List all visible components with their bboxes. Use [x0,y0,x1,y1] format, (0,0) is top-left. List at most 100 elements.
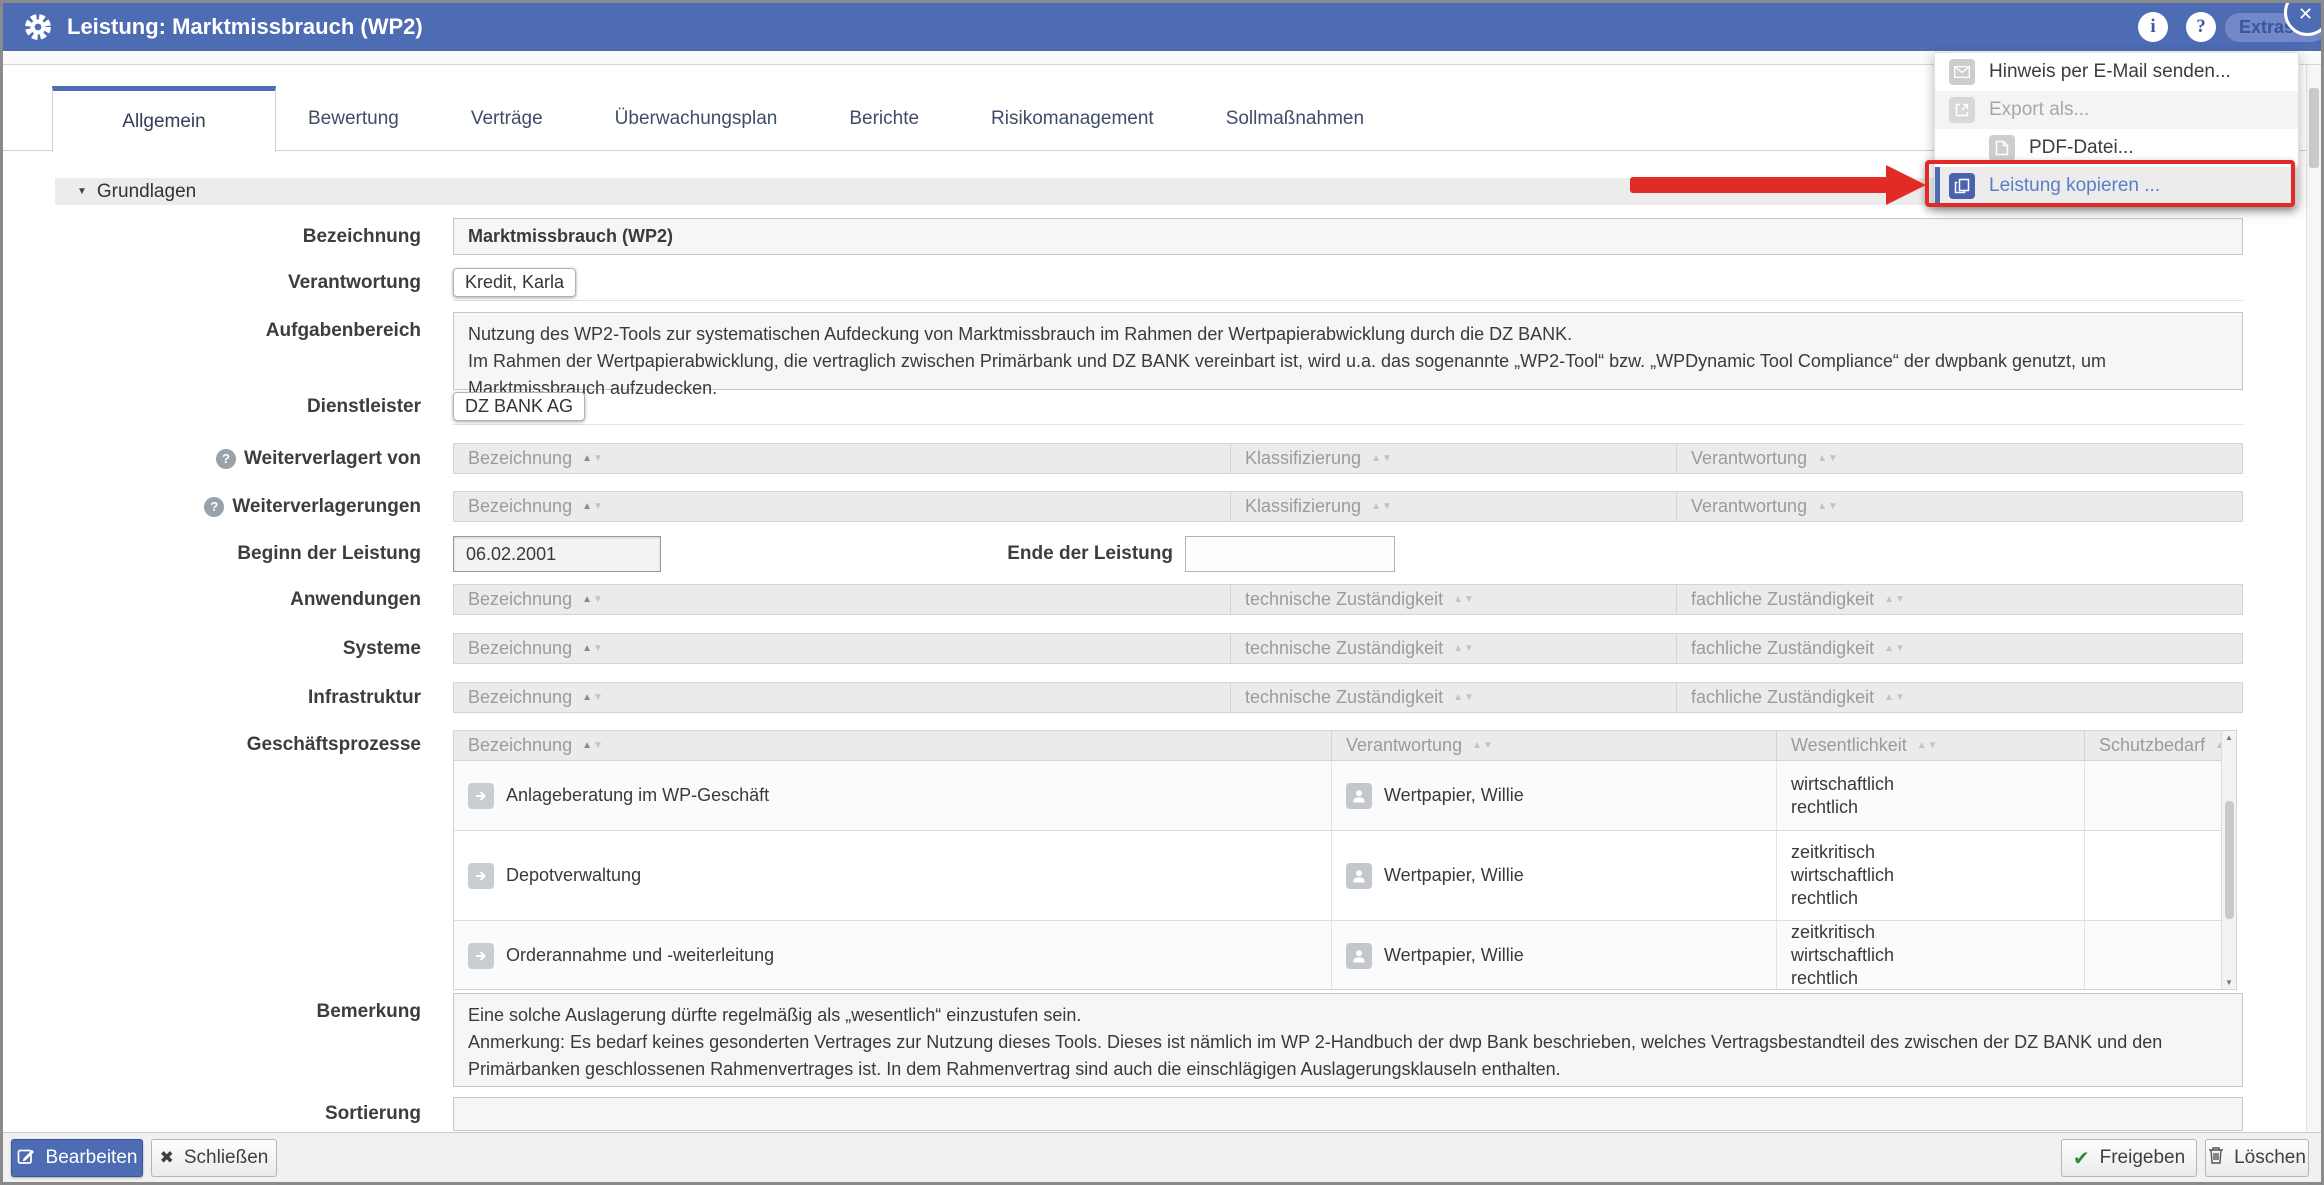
scrollbar-thumb[interactable] [2225,801,2234,919]
bearbeiten-label: Bearbeiten [46,1147,138,1169]
sortierung-label: Sortierung [3,1097,421,1131]
prozess-name-cell: Depotverwaltung [454,831,1331,920]
beginn-input[interactable]: 06.02.2001 [453,536,661,572]
prozess-name-cell: Orderannahme und -weiterleitung [454,921,1331,990]
ende-input[interactable] [1185,536,1395,572]
menu-item-leistung-kopieren[interactable]: Leistung kopieren ... [1935,167,2298,205]
dienstleister-field: DZ BANK AG [453,389,2243,425]
sort-icons: ▲▼ [1453,594,1474,605]
bemerkung-field[interactable]: Eine solche Auslagerung dürfte regelmäßi… [453,993,2243,1087]
freigeben-button[interactable]: ✔ Freigeben [2061,1139,2197,1177]
tab-sollmassnahmen[interactable]: Sollmaßnahmen [1226,108,1364,130]
help-circle-icon[interactable]: ? [216,449,236,469]
column-header-schutzbedarf[interactable]: Schutzbedarf ▲▼ [2084,731,2236,760]
column-header-label: Verantwortung [1691,496,1807,517]
menu-item-export-als[interactable]: Export als... [1935,91,2298,129]
sort-icons: ▲▼ [1917,740,1938,751]
column-header-label: fachliche Zuständigkeit [1691,687,1874,708]
column-header-label: fachliche Zuständigkeit [1691,589,1874,610]
weiterverlagerungen-label: ? Weiterverlagerungen [3,491,421,522]
table-row[interactable]: Anlageberatung im WP-Geschäft Wertpapier… [454,761,2236,831]
scrollbar-thumb[interactable] [2309,88,2319,168]
window-scrollbar[interactable] [2306,65,2321,1132]
leistung-window: Leistung: Marktmissbrauch (WP2) i ? Extr… [0,0,2324,1185]
column-header-verantwortung[interactable]: Verantwortung ▲▼ [1331,731,1776,760]
table-scrollbar[interactable]: ▲ ▼ [2221,731,2236,989]
help-circle-icon[interactable]: ? [204,497,224,517]
bearbeiten-button[interactable]: Bearbeiten [11,1139,143,1177]
form-content: ▼ Grundlagen Bezeichnung Marktmissbrauch… [3,152,2299,1132]
tab-berichte[interactable]: Berichte [849,108,919,130]
schliessen-button[interactable]: ✖ Schließen [151,1139,277,1177]
tab-ueberwachungsplan[interactable]: Überwachungsplan [615,108,778,130]
active-item-bar [1935,167,1940,205]
verantwortung-name: Wertpapier, Willie [1384,945,1524,966]
sort-icons: ▲▼ [582,643,603,654]
arrow-right-icon[interactable] [468,783,494,809]
column-header-bezeichnung[interactable]: Bezeichnung ▲▼ [454,585,1230,614]
tab-risikomanagement[interactable]: Risikomanagement [991,108,1154,130]
menu-item-hinweis-senden[interactable]: Hinweis per E-Mail senden... [1935,53,2298,91]
column-header-technische-zustaendigkeit[interactable]: technische Zuständigkeit ▲▼ [1230,683,1676,712]
copy-icon [1949,173,1975,199]
column-header-fachliche-zustaendigkeit[interactable]: fachliche Zuständigkeit ▲▼ [1676,683,2242,712]
column-header-fachliche-zustaendigkeit[interactable]: fachliche Zuständigkeit ▲▼ [1676,634,2242,663]
verantwortung-chip[interactable]: Kredit, Karla [453,268,576,297]
menu-item-pdf-datei[interactable]: PDF-Datei... [1935,129,2298,167]
loeschen-button[interactable]: Löschen [2205,1139,2309,1177]
aufgabenbereich-field[interactable]: Nutzung des WP2-Tools zur systematischen… [453,312,2243,390]
table-row[interactable]: Orderannahme und -weiterleitung Wertpapi… [454,921,2236,990]
gear-icon [23,12,53,47]
arrow-right-icon[interactable] [468,863,494,889]
pdf-file-icon [1989,135,2015,161]
column-header-label: Verantwortung [1346,735,1462,756]
column-header-label: Bezeichnung [468,735,572,756]
tab-bewertung[interactable]: Bewertung [308,108,399,130]
sort-icons: ▲▼ [582,740,603,751]
column-header-klassifizierung[interactable]: Klassifizierung ▲▼ [1230,444,1676,473]
info-icon[interactable]: i [2138,12,2168,42]
mail-icon [1949,59,1975,85]
column-header-bezeichnung[interactable]: Bezeichnung ▲▼ [454,444,1230,473]
verantwortung-name: Wertpapier, Willie [1384,865,1524,886]
anwendungen-label: Anwendungen [3,584,421,615]
tab-vertraege[interactable]: Verträge [471,108,543,130]
sort-icons: ▲▼ [1453,643,1474,654]
sortierung-input[interactable] [453,1097,2243,1131]
column-header-wesentlichkeit[interactable]: Wesentlichkeit ▲▼ [1776,731,2084,760]
column-header-label: Bezeichnung [468,589,572,610]
bezeichnung-field[interactable]: Marktmissbrauch (WP2) [453,218,2243,255]
column-header-label: Verantwortung [1691,448,1807,469]
table-row[interactable]: Depotverwaltung Wertpapier, Willie zeitk… [454,831,2236,921]
column-header-label: Bezeichnung [468,496,572,517]
tab-allgemein[interactable]: Allgemein [52,86,276,152]
row-leistungszeitraum: Beginn der Leistung 06.02.2001 Ende der … [3,536,2299,572]
prozess-name: Anlageberatung im WP-Geschäft [506,785,769,806]
scroll-up-icon[interactable]: ▲ [2225,733,2233,742]
menu-item-label: Export als... [1989,99,2089,121]
help-icon[interactable]: ? [2186,12,2216,42]
column-header-label: technische Zuständigkeit [1245,589,1443,610]
column-header-bezeichnung[interactable]: Bezeichnung ▲▼ [454,634,1230,663]
scroll-down-icon[interactable]: ▼ [2225,978,2233,987]
close-icon: ✕ [2298,4,2313,25]
trash-icon [2208,1146,2224,1170]
row-bemerkung: Bemerkung Eine solche Auslagerung dürfte… [3,993,2299,1087]
column-header-fachliche-zustaendigkeit[interactable]: fachliche Zuständigkeit ▲▼ [1676,585,2242,614]
sort-icons: ▲▼ [1817,501,1838,512]
column-header-technische-zustaendigkeit[interactable]: technische Zuständigkeit ▲▼ [1230,585,1676,614]
column-header-bezeichnung[interactable]: Bezeichnung ▲▼ [454,683,1230,712]
column-header-technische-zustaendigkeit[interactable]: technische Zuständigkeit ▲▼ [1230,634,1676,663]
prozess-name-cell: Anlageberatung im WP-Geschäft [454,761,1331,830]
column-header-bezeichnung[interactable]: Bezeichnung ▲▼ [454,492,1230,521]
arrow-right-icon[interactable] [468,943,494,969]
sort-icons: ▲▼ [1472,740,1493,751]
dienstleister-chip[interactable]: DZ BANK AG [453,392,585,421]
collapse-icon: ▼ [77,186,87,197]
column-header-verantwortung[interactable]: Verantwortung ▲▼ [1676,492,2242,521]
column-header-bezeichnung[interactable]: Bezeichnung ▲▼ [454,731,1331,760]
row-geschaeftsprozesse: Geschäftsprozesse Bezeichnung ▲▼ Verantw… [3,730,2299,990]
column-header-verantwortung[interactable]: Verantwortung ▲▼ [1676,444,2242,473]
column-header-klassifizierung[interactable]: Klassifizierung ▲▼ [1230,492,1676,521]
export-icon [1949,97,1975,123]
